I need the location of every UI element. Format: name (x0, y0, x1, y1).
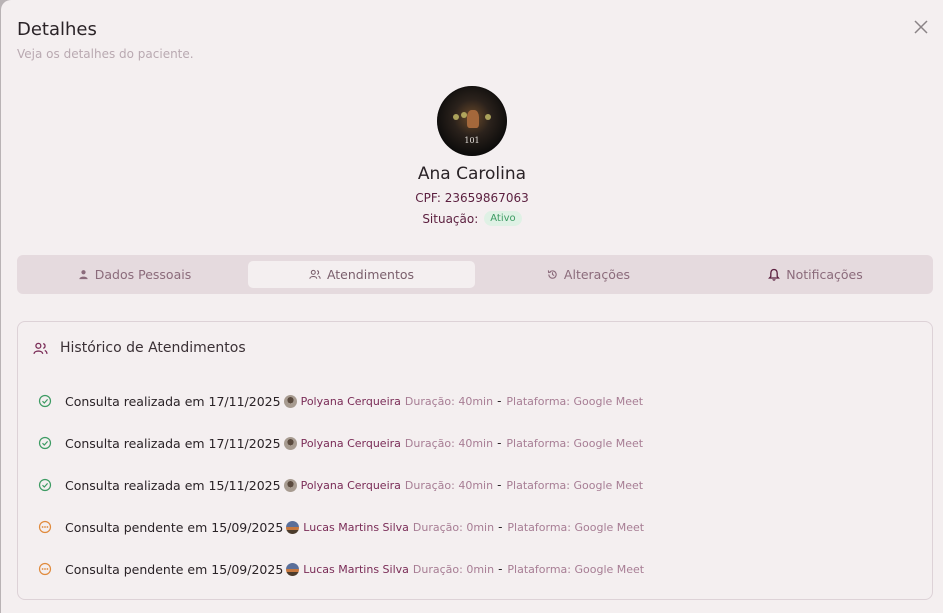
status-label: Situação: (422, 211, 479, 226)
avatar (286, 520, 300, 534)
appointment-description: Consulta pendente em 15/09/2025 (65, 561, 284, 577)
separator: - (497, 478, 502, 492)
appointment-description: Consulta realizada em 15/11/2025 (65, 477, 281, 493)
tab-atendimentos[interactable]: Atendimentos (248, 261, 475, 288)
appointment-duration: Duração: 40min (404, 394, 494, 408)
pending-circle-icon (38, 520, 52, 534)
users-icon (309, 269, 321, 279)
list-item: Consulta realizada em 17/11/2025 Polyana… (38, 422, 644, 464)
history-list: Consulta realizada em 17/11/2025 Polyana… (38, 380, 644, 590)
close-button[interactable] (910, 16, 932, 38)
status-badge: Ativo (484, 211, 522, 226)
tab-alteracoes[interactable]: Alterações (475, 261, 702, 288)
history-icon (547, 270, 557, 279)
appointment-platform: Plataforma: Google Meet (507, 562, 645, 576)
patient-name: Ana Carolina (417, 164, 527, 184)
tab-label: Alterações (563, 267, 631, 282)
list-item: Consulta pendente em 15/09/2025 Lucas Ma… (38, 506, 644, 548)
professional-name[interactable]: Polyana Cerqueira (301, 437, 401, 450)
pending-circle-icon (38, 562, 52, 576)
check-circle-icon (38, 394, 52, 408)
professional-name[interactable]: Polyana Cerqueira (301, 395, 401, 408)
tab-bar: Dados Pessoais Atendimentos Alterações N… (17, 255, 933, 294)
check-circle-icon (38, 478, 52, 492)
appointment-description: Consulta realizada em 17/11/2025 (65, 393, 281, 409)
appointment-duration: Duração: 40min (404, 478, 494, 492)
tab-label: Notificações (786, 267, 863, 282)
separator: - (497, 394, 502, 408)
cpf-label: CPF: (415, 191, 441, 205)
appointment-description: Consulta realizada em 17/11/2025 (65, 435, 281, 451)
separator: - (498, 562, 503, 576)
patient-cpf: CPF: 23659867063 (415, 191, 528, 205)
appointment-platform: Plataforma: Google Meet (506, 436, 644, 450)
history-header: Histórico de Atendimentos (33, 340, 246, 356)
appointment-platform: Plataforma: Google Meet (506, 394, 644, 408)
professional-name[interactable]: Polyana Cerqueira (301, 479, 401, 492)
avatar: 101 (437, 86, 507, 156)
appointment-platform: Plataforma: Google Meet (506, 478, 644, 492)
cpf-value: 23659867063 (444, 191, 529, 205)
appointment-description: Consulta pendente em 15/09/2025 (65, 519, 284, 535)
check-circle-icon (38, 436, 52, 450)
professional-name[interactable]: Lucas Martins Silva (303, 521, 409, 534)
appointment-duration: Duração: 0min (412, 520, 495, 534)
patient-status: Situação: Ativo (422, 211, 522, 226)
close-icon[interactable] (914, 20, 928, 34)
user-icon (79, 270, 88, 280)
appointment-duration: Duração: 0min (412, 562, 495, 576)
history-title: Histórico de Atendimentos (60, 340, 246, 356)
list-item: Consulta realizada em 15/11/2025 Polyana… (38, 464, 644, 506)
tab-notificacoes[interactable]: Notificações (702, 261, 929, 288)
bell-icon (768, 268, 781, 281)
tab-label: Dados Pessoais (94, 267, 192, 282)
professional-name[interactable]: Lucas Martins Silva (303, 563, 409, 576)
users-icon (33, 342, 48, 354)
tab-dados-pessoais[interactable]: Dados Pessoais (21, 261, 248, 288)
separator: - (497, 436, 502, 450)
list-item: Consulta realizada em 17/11/2025 Polyana… (38, 380, 644, 422)
list-item: Consulta pendente em 15/09/2025 Lucas Ma… (38, 548, 644, 590)
tab-label: Atendimentos (326, 267, 415, 282)
appointment-platform: Plataforma: Google Meet (507, 520, 645, 534)
modal-subtitle: Veja os detalhes do paciente. (17, 47, 194, 61)
patient-profile: 101 Ana Carolina CPF: 23659867063 Situaç… (1, 86, 943, 226)
history-card: Histórico de Atendimentos Consulta reali… (17, 321, 933, 600)
separator: - (498, 520, 503, 534)
avatar (283, 478, 297, 492)
avatar (283, 436, 297, 450)
avatar (283, 394, 297, 408)
avatar-caption: 101 (464, 136, 480, 145)
appointment-duration: Duração: 40min (404, 436, 494, 450)
avatar (286, 562, 300, 576)
modal-title: Detalhes (17, 19, 97, 40)
patient-details-modal: Detalhes Veja os detalhes do paciente. 1… (1, 0, 943, 613)
